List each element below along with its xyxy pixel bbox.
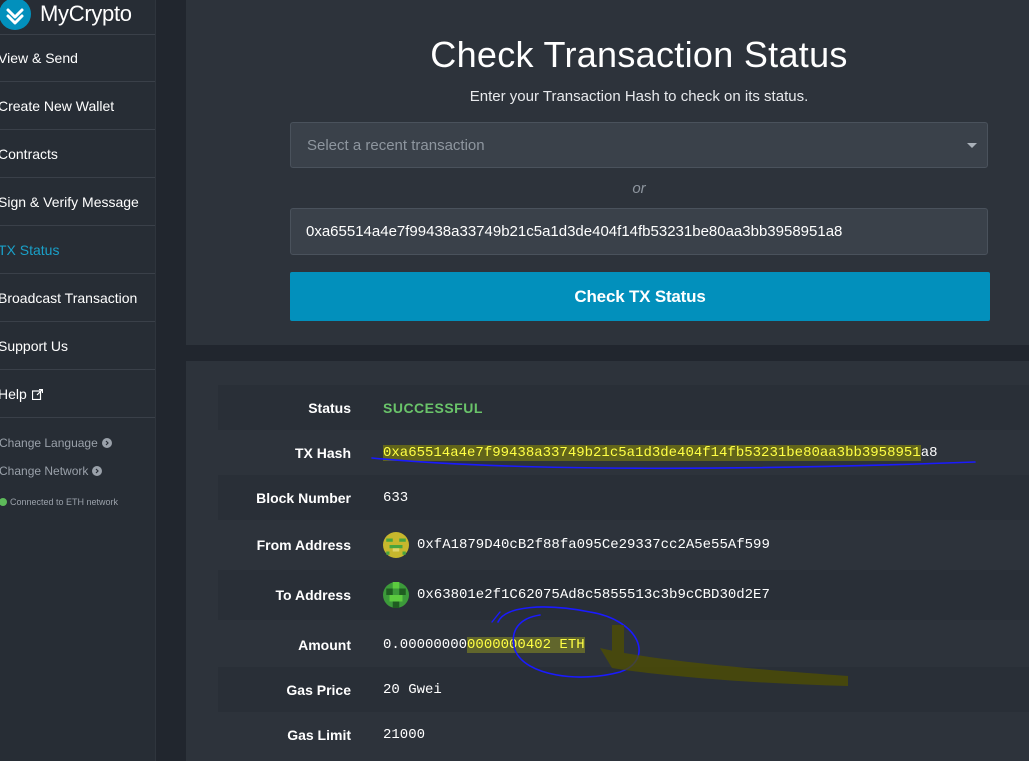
mycrypto-logo-icon <box>0 0 31 30</box>
sidebar-item-label: TX Status <box>0 242 60 258</box>
sidebar-item-label: Help <box>0 386 27 402</box>
amount-value[interactable]: 0.00000000 0000000402 ETH <box>383 636 585 653</box>
gas-price-value[interactable]: 20 Gwei <box>383 682 442 698</box>
sidebar-item-view-send[interactable]: View & Send <box>0 35 155 82</box>
amount-label: Amount <box>298 636 351 653</box>
gas-limit-label: Gas Limit <box>287 726 351 743</box>
check-tx-card: Check Transaction Status Enter your Tran… <box>186 0 1029 345</box>
sidebar-item-label: Support Us <box>0 338 69 354</box>
to-identicon-icon <box>383 582 409 608</box>
change-language-label: Change Language <box>0 436 98 450</box>
sidebar-item-create-wallet[interactable]: Create New Wallet <box>0 83 155 130</box>
block-number-label: Block Number <box>256 489 351 506</box>
amount-part-highlighted: 0000000402 ETH <box>467 636 585 653</box>
status-value: SUCCESSFUL <box>383 399 483 416</box>
gas-limit-value[interactable]: 21000 <box>383 727 425 743</box>
to-address-value[interactable]: 0x63801e2f1C62075Ad8c5855513c3b9cCBD30d2… <box>383 582 770 608</box>
sidebar-item-label: Broadcast Transaction <box>0 290 138 306</box>
page-subtitle: Enter your Transaction Hash to check on … <box>469 88 809 105</box>
block-number-value[interactable]: 633 <box>383 490 408 506</box>
status-row: Status SUCCESSFUL <box>218 385 1029 430</box>
gas-price-label: Gas Price <box>286 681 351 698</box>
select-placeholder: Select a recent transaction <box>307 136 485 154</box>
to-address-row: To Address 0x63801e2f1C62075Ad8c5855513c… <box>218 570 1029 620</box>
logo[interactable]: MyCrypto <box>0 0 132 32</box>
or-separator: or <box>632 180 646 197</box>
gas-limit-row: Gas Limit 21000 <box>218 712 1029 757</box>
status-label: Status <box>308 399 351 416</box>
check-tx-status-button[interactable]: Check TX Status <box>290 272 990 321</box>
tx-hash-row: TX Hash 0xa65514a4e7f99438a33749b21c5a1d… <box>218 430 1029 475</box>
tx-hash-highlighted: 0xa65514a4e7f99438a33749b21c5a1d3de404f1… <box>383 444 921 461</box>
sidebar: MyCrypto View & Send Create New Wallet C… <box>0 0 156 761</box>
sidebar-item-label: View & Send <box>0 50 78 66</box>
external-link-icon <box>31 388 43 400</box>
tx-result-card: Status SUCCESSFUL TX Hash 0xa65514a4e7f9… <box>186 361 1029 761</box>
network-status: Connected to ETH network <box>0 497 118 507</box>
tx-hash-value[interactable]: 0xa65514a4e7f99438a33749b21c5a1d3de404f1… <box>383 444 938 461</box>
chevron-right-icon <box>92 466 103 476</box>
block-number-row: Block Number 633 <box>218 475 1029 520</box>
page-title: Check Transaction Status <box>430 34 848 75</box>
amount-part-plain: 0.00000000 <box>383 636 468 653</box>
caret-down-icon <box>967 143 977 148</box>
recent-transaction-select[interactable]: Select a recent transaction <box>290 122 988 168</box>
from-identicon-icon <box>383 532 409 558</box>
sidebar-item-tx-status[interactable]: TX Status <box>0 227 155 274</box>
sidebar-item-label: Contracts <box>0 146 58 162</box>
from-address-row: From Address 0xfA1879D40cB2f88fa095Ce293… <box>218 520 1029 570</box>
tx-hash-input[interactable] <box>290 208 988 255</box>
sidebar-item-label: Create New Wallet <box>0 98 115 114</box>
to-address-label: To Address <box>275 587 351 603</box>
sidebar-item-sign-verify[interactable]: Sign & Verify Message <box>0 179 155 226</box>
change-network-link[interactable]: Change Network <box>0 464 103 478</box>
sidebar-item-contracts[interactable]: Contracts <box>0 131 155 178</box>
tx-hash-label: TX Hash <box>294 444 351 461</box>
sidebar-item-support[interactable]: Support Us <box>0 323 155 370</box>
to-address-text: 0x63801e2f1C62075Ad8c5855513c3b9cCBD30d2… <box>417 587 770 603</box>
app-name: MyCrypto <box>40 1 132 26</box>
change-network-label: Change Network <box>0 464 89 478</box>
from-address-value[interactable]: 0xfA1879D40cB2f88fa095Ce29337cc2A5e55Af5… <box>383 532 770 558</box>
tx-hash-tail: a8 <box>920 444 938 461</box>
chevron-right-icon <box>101 438 112 448</box>
network-status-label: Connected to ETH network <box>10 497 119 507</box>
sidebar-item-help[interactable]: Help <box>0 371 155 418</box>
sidebar-item-broadcast[interactable]: Broadcast Transaction <box>0 275 155 322</box>
gas-price-row: Gas Price 20 Gwei <box>218 667 1029 712</box>
change-language-link[interactable]: Change Language <box>0 436 112 450</box>
from-address-text: 0xfA1879D40cB2f88fa095Ce29337cc2A5e55Af5… <box>417 537 770 553</box>
amount-row: Amount 0.00000000 0000000402 ETH <box>218 622 1029 667</box>
from-address-label: From Address <box>256 537 351 553</box>
sidebar-item-label: Sign & Verify Message <box>0 194 139 210</box>
status-dot-icon <box>0 498 7 506</box>
